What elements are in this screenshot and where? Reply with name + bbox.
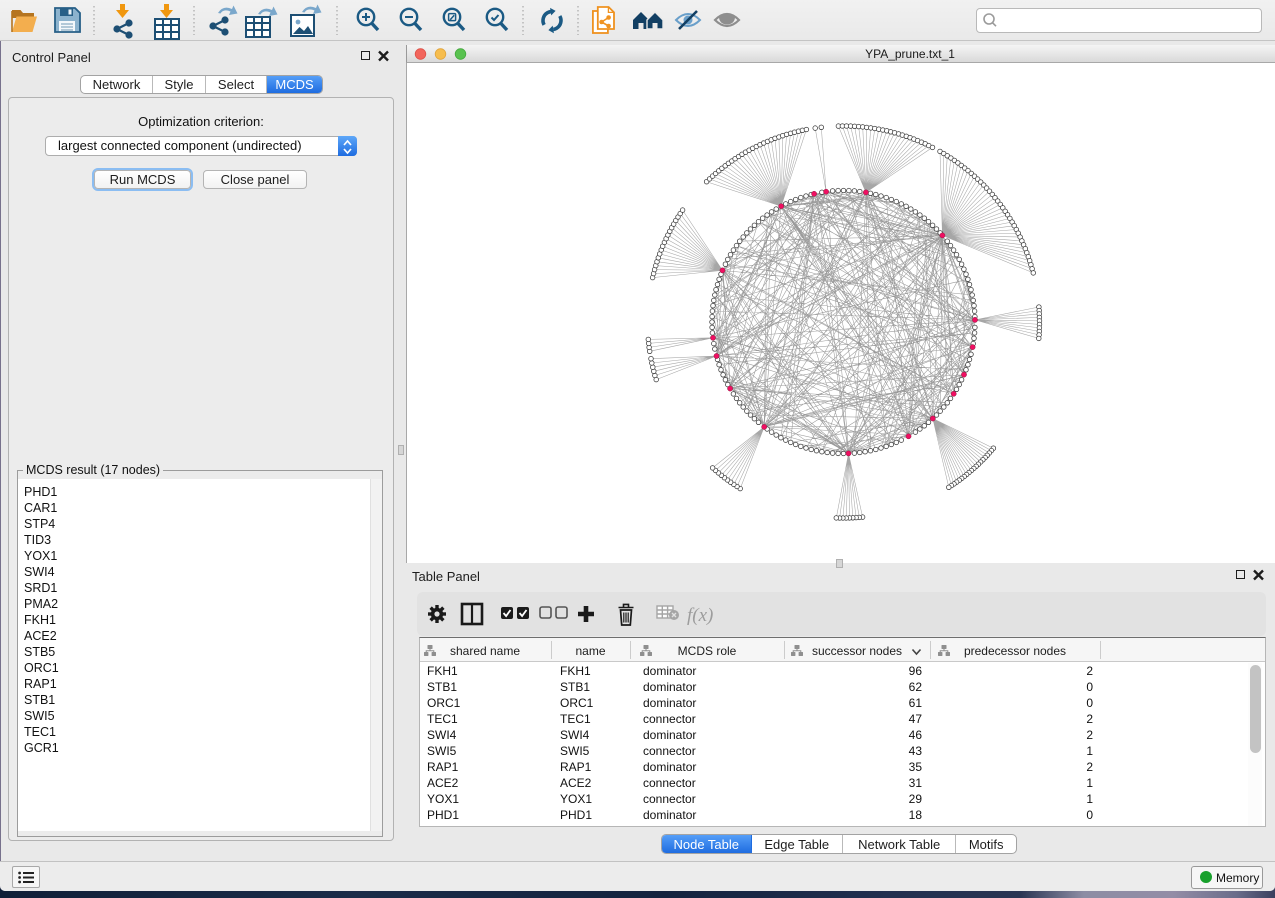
svg-text:f(x): f(x) xyxy=(687,605,713,626)
